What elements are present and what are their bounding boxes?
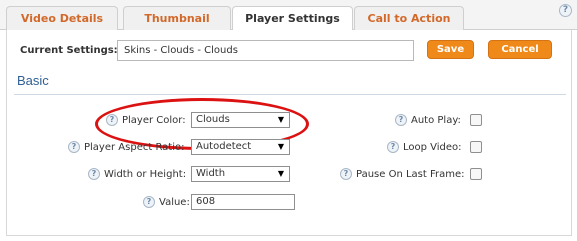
auto-play-label-row: ? Auto Play: xyxy=(395,114,461,126)
chevron-down-icon: ▼ xyxy=(277,169,284,178)
tab-player-settings[interactable]: Player Settings xyxy=(232,6,353,32)
width-or-height-value: Width xyxy=(196,168,226,179)
width-or-height-label: Width or Height: xyxy=(104,169,187,180)
value-input[interactable]: 608 xyxy=(191,194,295,210)
section-title-basic: Basic xyxy=(17,73,49,88)
width-or-height-select[interactable]: Width ▼ xyxy=(191,166,290,182)
help-icon[interactable]: ? xyxy=(387,141,399,153)
save-button[interactable]: Save xyxy=(427,40,474,59)
tab-bar: Video Details Thumbnail Player Settings … xyxy=(0,0,577,32)
help-icon[interactable]: ? xyxy=(559,4,572,17)
aspect-ratio-label: Player Aspect Ratio: xyxy=(84,142,185,153)
pause-last-frame-label: Pause On Last Frame: xyxy=(356,169,465,180)
pause-last-frame-checkbox[interactable] xyxy=(470,168,482,180)
tab-call-to-action[interactable]: Call to Action xyxy=(354,6,464,31)
current-settings-label: Current Settings: xyxy=(20,45,118,56)
tab-video-details[interactable]: Video Details xyxy=(6,6,118,31)
help-icon[interactable]: ? xyxy=(340,168,352,180)
aspect-ratio-label-row: ? Player Aspect Ratio: xyxy=(68,141,185,153)
auto-play-checkbox[interactable] xyxy=(470,114,482,126)
loop-video-label: Loop Video: xyxy=(403,142,462,153)
width-or-height-label-row: ? Width or Height: xyxy=(88,168,186,180)
pause-last-frame-label-row: ? Pause On Last Frame: xyxy=(340,168,465,180)
aspect-ratio-select[interactable]: Autodetect ▼ xyxy=(191,139,290,155)
loop-video-checkbox[interactable] xyxy=(470,141,482,153)
help-icon[interactable]: ? xyxy=(143,196,155,208)
loop-video-label-row: ? Loop Video: xyxy=(387,141,462,153)
help-icon[interactable]: ? xyxy=(68,141,80,153)
chevron-down-icon: ▼ xyxy=(277,142,284,151)
help-icon[interactable]: ? xyxy=(395,114,407,126)
auto-play-label: Auto Play: xyxy=(411,115,461,126)
tab-thumbnail[interactable]: Thumbnail xyxy=(123,6,231,31)
value-label: Value: xyxy=(159,197,190,208)
cancel-button[interactable]: Cancel xyxy=(488,40,552,59)
value-label-row: ? Value: xyxy=(143,196,190,208)
section-divider xyxy=(14,94,566,95)
current-settings-input[interactable] xyxy=(117,40,414,61)
aspect-ratio-value: Autodetect xyxy=(196,141,252,152)
help-icon[interactable]: ? xyxy=(88,168,100,180)
